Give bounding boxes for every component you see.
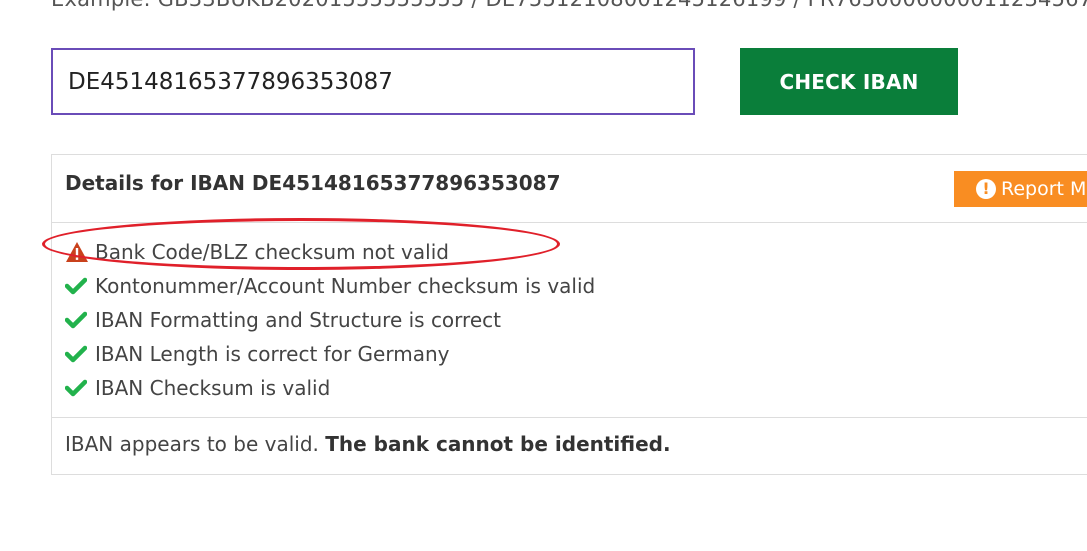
list-item: IBAN Formatting and Structure is correct — [65, 303, 595, 337]
list-item: IBAN Checksum is valid — [65, 371, 595, 405]
check-text: Kontonummer/Account Number checksum is v… — [95, 274, 596, 298]
validation-check-list: Bank Code/BLZ checksum not valid Kontonu… — [65, 235, 595, 405]
summary-bold-text: The bank cannot be identified. — [325, 432, 671, 456]
check-iban-button[interactable]: CHECK IBAN — [740, 48, 958, 115]
iban-input[interactable] — [51, 48, 695, 115]
check-icon — [65, 311, 91, 329]
details-header: Details for IBAN DE45148165377896353087 … — [52, 155, 1087, 223]
list-item: Bank Code/BLZ checksum not valid — [65, 235, 595, 269]
check-icon — [65, 277, 91, 295]
check-icon — [65, 379, 91, 397]
check-text: IBAN Checksum is valid — [95, 376, 331, 400]
warning-icon — [65, 241, 91, 263]
example-iban-text: Example: GB33BUKB20201555555555 / DE7551… — [51, 0, 1087, 11]
iban-checker-page: Example: GB33BUKB20201555555555 / DE7551… — [0, 0, 1087, 551]
check-icon — [65, 345, 91, 363]
check-text: IBAN Formatting and Structure is correct — [95, 308, 501, 332]
details-title: Details for IBAN DE45148165377896353087 — [65, 171, 561, 195]
exclamation-icon: ! — [976, 179, 996, 199]
report-button[interactable]: ! Report Mi — [954, 171, 1087, 207]
iban-details-panel: Details for IBAN DE45148165377896353087 … — [51, 154, 1087, 475]
report-button-label: Report Mi — [1001, 178, 1087, 200]
list-item: IBAN Length is correct for Germany — [65, 337, 595, 371]
summary-text: IBAN appears to be valid. — [65, 432, 326, 456]
check-text: IBAN Length is correct for Germany — [95, 342, 450, 366]
list-item: Kontonummer/Account Number checksum is v… — [65, 269, 595, 303]
check-text: Bank Code/BLZ checksum not valid — [95, 240, 449, 264]
validity-summary: IBAN appears to be valid. The bank canno… — [65, 432, 671, 456]
details-footer: IBAN appears to be valid. The bank canno… — [52, 417, 1087, 476]
